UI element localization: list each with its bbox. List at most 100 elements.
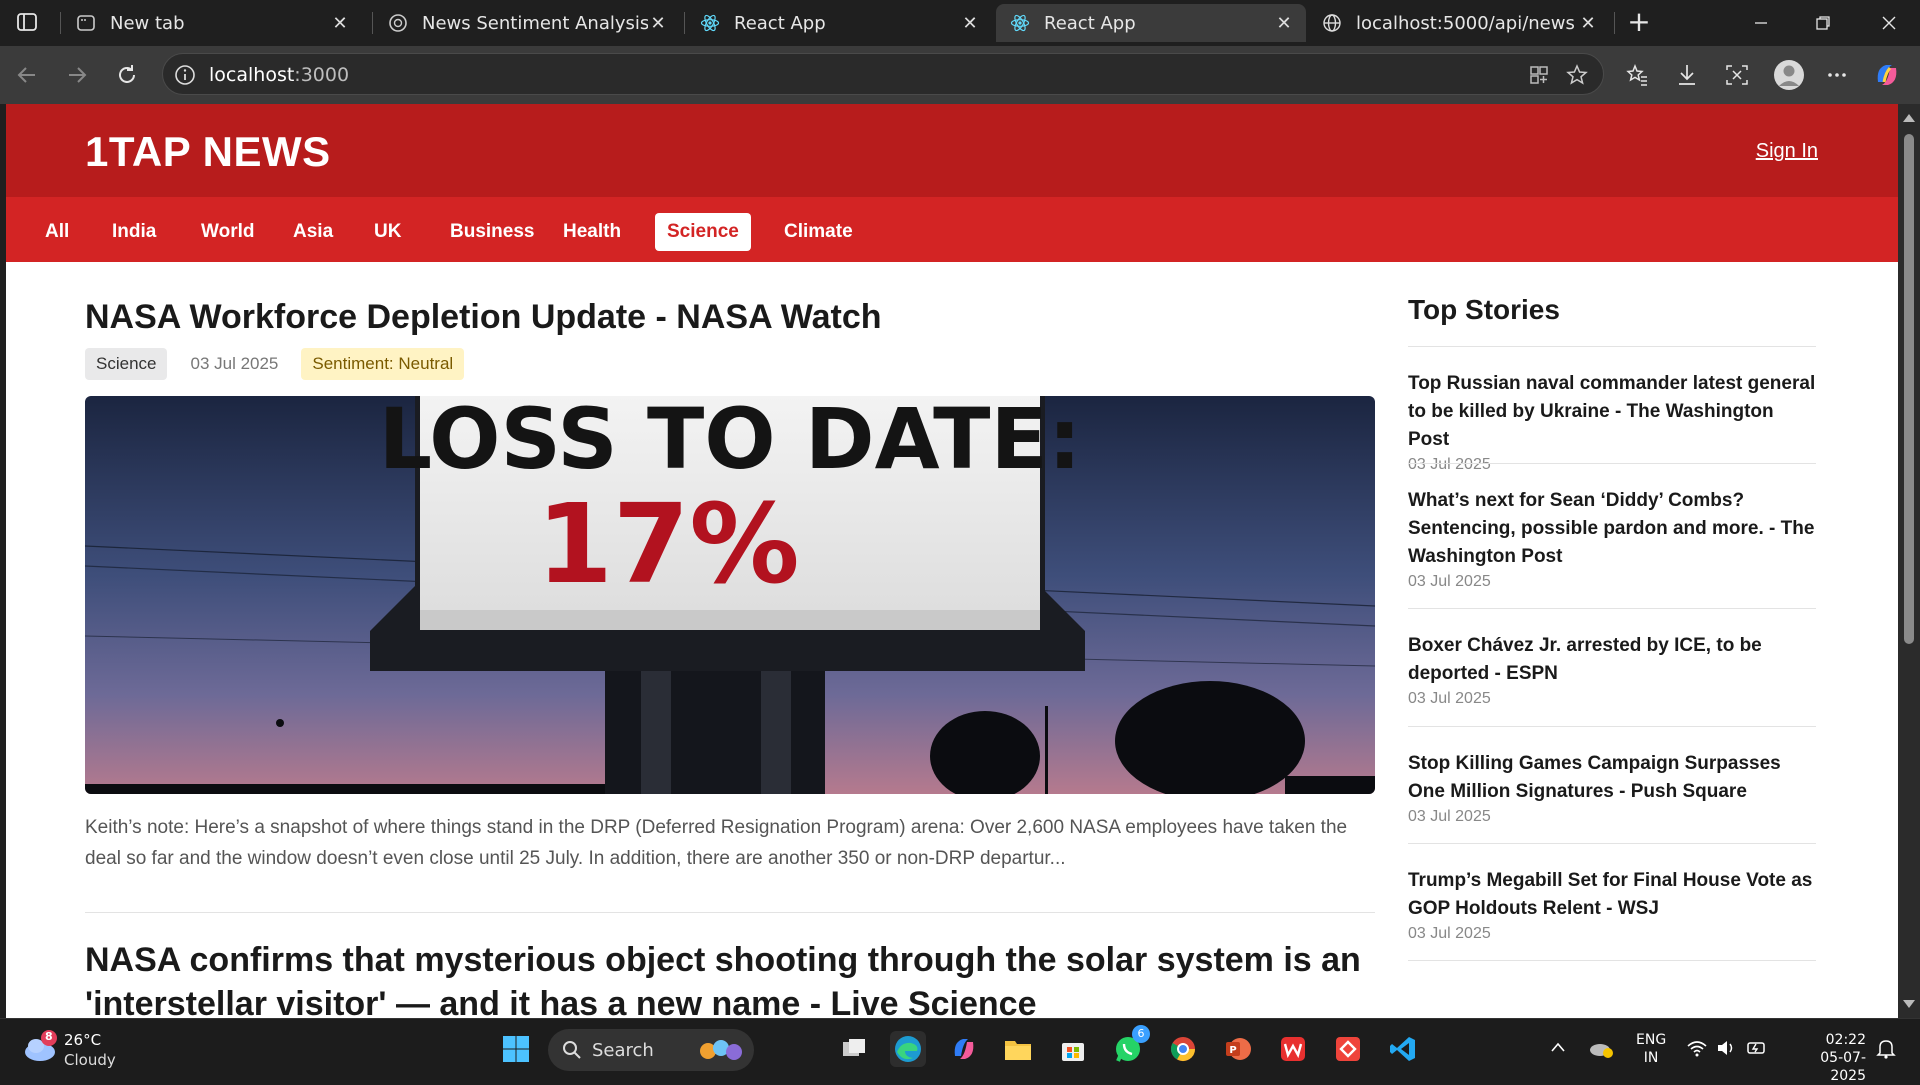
store-icon[interactable] bbox=[1055, 1031, 1091, 1067]
restore-icon[interactable] bbox=[1810, 10, 1836, 36]
notification-bell-icon[interactable] bbox=[1876, 1037, 1896, 1063]
sidebar-divider bbox=[1408, 843, 1816, 844]
article-2-title[interactable]: NASA confirms that mysterious object sho… bbox=[85, 938, 1375, 1018]
top-story-title[interactable]: Boxer Chávez Jr. arrested by ICE, to be … bbox=[1408, 632, 1816, 688]
top-story-date: 03 Jul 2025 bbox=[1408, 456, 1491, 473]
tab-separator bbox=[1614, 12, 1615, 34]
newtab-icon bbox=[76, 13, 96, 33]
sentiment-badge: Sentiment: Neutral bbox=[301, 348, 465, 380]
tab-title: React App bbox=[734, 12, 826, 34]
url-text: localhost:3000 bbox=[209, 64, 349, 86]
downloads-icon[interactable] bbox=[1672, 60, 1702, 90]
new-tab-button[interactable]: + bbox=[1624, 8, 1654, 38]
category-business[interactable]: Business bbox=[438, 213, 546, 251]
weather-temp: 26°C bbox=[64, 1031, 102, 1049]
whatsapp-icon[interactable]: 6 bbox=[1110, 1025, 1150, 1067]
vscode-icon[interactable] bbox=[1385, 1031, 1421, 1067]
anydesk-icon[interactable] bbox=[1330, 1031, 1366, 1067]
file-explorer-icon[interactable] bbox=[1000, 1031, 1036, 1067]
screenshot-icon[interactable] bbox=[1722, 60, 1752, 90]
close-tab-icon[interactable]: ✕ bbox=[1274, 13, 1294, 34]
top-story-title[interactable]: Top Russian naval commander latest gener… bbox=[1408, 370, 1816, 454]
scrollbar-thumb[interactable] bbox=[1904, 134, 1914, 644]
close-tab-icon[interactable]: ✕ bbox=[1578, 13, 1598, 34]
wps-office-icon[interactable] bbox=[1275, 1031, 1311, 1067]
tab-react-app-2[interactable]: React App ✕ bbox=[996, 4, 1306, 42]
whatsapp-badge: 6 bbox=[1132, 1025, 1150, 1043]
tab-news-sentiment[interactable]: News Sentiment Analysis Page ✕ bbox=[374, 4, 680, 42]
chrome-icon[interactable] bbox=[1165, 1031, 1201, 1067]
copilot-taskbar-icon[interactable] bbox=[946, 1031, 982, 1067]
forward-icon[interactable] bbox=[62, 60, 92, 90]
start-icon[interactable] bbox=[498, 1031, 534, 1067]
scroll-up-icon[interactable] bbox=[1903, 114, 1915, 122]
address-bar[interactable]: localhost:3000 bbox=[162, 53, 1604, 95]
sidebar-divider bbox=[1408, 608, 1816, 609]
category-science[interactable]: Science bbox=[655, 213, 751, 251]
top-story-title[interactable]: What’s next for Sean ‘Diddy’ Combs? Sent… bbox=[1408, 487, 1816, 571]
site-logo[interactable]: 1TAP NEWS bbox=[85, 128, 331, 176]
top-story-item[interactable]: What’s next for Sean ‘Diddy’ Combs? Sent… bbox=[1408, 487, 1816, 591]
clock[interactable]: 02:22 05-07-2025 bbox=[1786, 1031, 1866, 1085]
language-indicator[interactable]: ENG IN bbox=[1636, 1031, 1666, 1067]
tab-react-app-1[interactable]: React App ✕ bbox=[686, 4, 992, 42]
top-story-title[interactable]: Trump’s Megabill Set for Final House Vot… bbox=[1408, 867, 1816, 923]
top-story-item[interactable]: Top Russian naval commander latest gener… bbox=[1408, 370, 1816, 474]
favorites-icon[interactable] bbox=[1622, 60, 1652, 90]
sidebar-divider bbox=[1408, 726, 1816, 727]
svg-text:P: P bbox=[1229, 1045, 1236, 1056]
tab-new-tab[interactable]: New tab ✕ bbox=[62, 4, 362, 42]
close-tab-icon[interactable]: ✕ bbox=[330, 13, 350, 34]
powerpoint-icon[interactable]: P bbox=[1220, 1031, 1256, 1067]
category-india[interactable]: India bbox=[100, 213, 168, 251]
close-tab-icon[interactable]: ✕ bbox=[648, 13, 668, 34]
task-view-icon[interactable] bbox=[836, 1031, 872, 1067]
minimize-icon[interactable] bbox=[1748, 10, 1774, 36]
page-viewport: 1TAP NEWS Sign In All India World Asia U… bbox=[6, 104, 1898, 1018]
tab-separator bbox=[60, 12, 61, 34]
category-world[interactable]: World bbox=[189, 213, 266, 251]
article-title[interactable]: NASA Workforce Depletion Update - NASA W… bbox=[85, 298, 882, 337]
page-scrollbar[interactable] bbox=[1898, 104, 1920, 1018]
category-uk[interactable]: UK bbox=[362, 213, 413, 251]
weather-widget[interactable]: 8 26°C Cloudy bbox=[22, 1029, 116, 1069]
site-header: 1TAP NEWS Sign In bbox=[6, 104, 1898, 197]
show-hidden-icons[interactable] bbox=[1550, 1041, 1566, 1057]
top-story-item[interactable]: Stop Killing Games Campaign Surpasses On… bbox=[1408, 750, 1816, 826]
favorite-star-icon[interactable] bbox=[1565, 63, 1589, 87]
wifi-icon[interactable] bbox=[1686, 1039, 1708, 1061]
category-all[interactable]: All bbox=[33, 213, 81, 251]
globe-icon bbox=[1322, 13, 1342, 33]
edge-icon[interactable] bbox=[890, 1031, 926, 1067]
close-tab-icon[interactable]: ✕ bbox=[960, 13, 980, 34]
category-health[interactable]: Health bbox=[551, 213, 633, 251]
top-story-date: 03 Jul 2025 bbox=[1408, 808, 1491, 825]
taskbar-search[interactable]: Search bbox=[548, 1029, 754, 1071]
tab-actions-icon[interactable] bbox=[16, 11, 38, 33]
refresh-icon[interactable] bbox=[112, 60, 142, 90]
copilot-icon[interactable] bbox=[1872, 60, 1902, 90]
top-story-title[interactable]: Stop Killing Games Campaign Surpasses On… bbox=[1408, 750, 1816, 806]
top-story-item[interactable]: Trump’s Megabill Set for Final House Vot… bbox=[1408, 867, 1816, 943]
top-stories-heading: Top Stories bbox=[1408, 294, 1560, 325]
profile-avatar[interactable] bbox=[1772, 60, 1806, 90]
scroll-down-icon[interactable] bbox=[1903, 1000, 1915, 1008]
site-info-icon[interactable] bbox=[173, 63, 197, 87]
battery-charging-icon[interactable] bbox=[1746, 1039, 1768, 1061]
top-story-item[interactable]: Boxer Chávez Jr. arrested by ICE, to be … bbox=[1408, 632, 1816, 708]
sign-in-link[interactable]: Sign In bbox=[1756, 140, 1818, 163]
react-icon bbox=[1010, 13, 1030, 33]
app-available-icon[interactable] bbox=[1527, 63, 1551, 87]
article-meta: Science 03 Jul 2025 Sentiment: Neutral bbox=[85, 348, 465, 380]
top-story-date: 03 Jul 2025 bbox=[1408, 925, 1491, 942]
volume-icon[interactable] bbox=[1716, 1039, 1738, 1061]
close-window-icon[interactable] bbox=[1876, 10, 1902, 36]
onedrive-icon[interactable] bbox=[1588, 1037, 1614, 1063]
article-image[interactable]: LOSS TO DATE: 17% bbox=[85, 396, 1375, 794]
sign-line-2: 17% bbox=[536, 480, 799, 608]
category-climate[interactable]: Climate bbox=[772, 213, 865, 251]
tab-api-news[interactable]: localhost:5000/api/news ✕ bbox=[1308, 4, 1610, 42]
more-menu-icon[interactable] bbox=[1822, 60, 1852, 90]
back-icon[interactable] bbox=[12, 60, 42, 90]
category-asia[interactable]: Asia bbox=[281, 213, 345, 251]
